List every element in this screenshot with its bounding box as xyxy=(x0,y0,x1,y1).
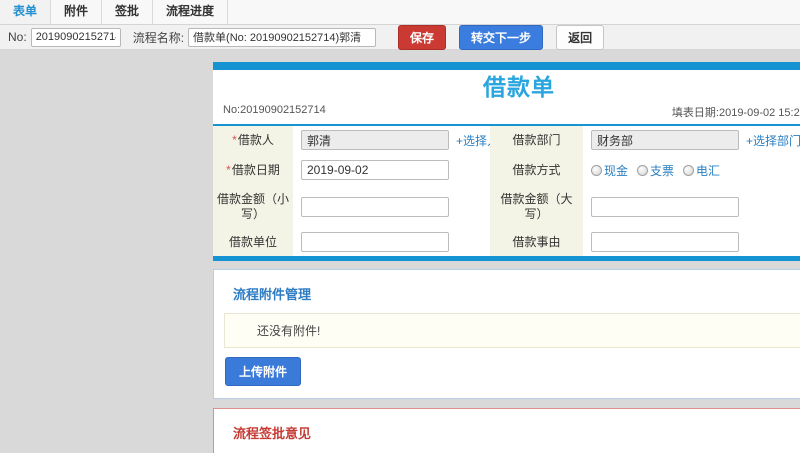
radio-icon[interactable] xyxy=(591,164,602,176)
loan-unit-field xyxy=(293,228,490,256)
amount-lower-label: 借款金额（小写） xyxy=(213,186,293,228)
main-area: 借款单 No:20190902152714 填表日期:2019-09-02 15… xyxy=(0,50,800,453)
no-label: No: xyxy=(8,30,27,44)
attachment-heading: 流程附件管理 xyxy=(233,287,312,302)
flow-name-label: 流程名称: xyxy=(132,30,185,45)
loan-date-label: *借款日期 xyxy=(213,154,293,186)
flow-name-input[interactable] xyxy=(188,27,377,47)
tab-attachments[interactable]: 附件 xyxy=(51,0,103,24)
no-input[interactable] xyxy=(30,27,121,47)
panel-top-bar xyxy=(213,62,800,70)
loan-unit-input[interactable] xyxy=(301,232,449,252)
required-mark: * xyxy=(232,132,237,147)
department-input[interactable] xyxy=(591,130,739,150)
fill-date: 填表日期:2019-09-02 15:27:1 xyxy=(671,107,800,119)
amount-lower-input[interactable] xyxy=(301,197,449,217)
department-label: 借款部门 xyxy=(490,126,583,154)
tab-bar: 表单 附件 签批 流程进度 xyxy=(0,0,800,25)
upload-attachment-button[interactable]: 上传附件 xyxy=(225,357,302,386)
radio-cash[interactable]: 现金 xyxy=(591,162,628,179)
required-mark: * xyxy=(226,162,231,177)
department-field: +选择部门 xyxy=(583,126,800,154)
borrower-label: *借款人 xyxy=(213,126,293,154)
borrower-field: +选择人员 xyxy=(293,126,511,154)
action-toolbar: No: 流程名称: 保存 转交下一步 返回 xyxy=(0,24,800,50)
forward-next-step-button[interactable]: 转交下一步 xyxy=(459,24,544,50)
radio-wire[interactable]: 电汇 xyxy=(683,162,720,179)
amount-upper-input[interactable] xyxy=(591,197,739,217)
select-department-link[interactable]: +选择部门 xyxy=(746,132,800,149)
radio-check[interactable]: 支票 xyxy=(637,162,674,179)
attachment-panel: 流程附件管理 还没有附件! 上传附件 xyxy=(213,269,800,399)
back-button[interactable]: 返回 xyxy=(556,24,605,50)
approval-panel: 流程签批意见 B I abc xyxy=(213,408,800,453)
save-button[interactable]: 保存 xyxy=(398,24,447,50)
radio-icon[interactable] xyxy=(683,164,695,176)
no-attachment-message: 还没有附件! xyxy=(224,313,800,348)
doc-meta-row: No:20190902152714 填表日期:2019-09-02 15:27:… xyxy=(213,102,800,124)
form-grid: *借款人 +选择人员 借款部门 +选择部门 *借款日期 xyxy=(213,126,800,256)
loan-reason-label: 借款事由 xyxy=(490,228,583,256)
loan-form-panel: 借款单 No:20190902152714 填表日期:2019-09-02 15… xyxy=(213,62,800,261)
loan-reason-input[interactable] xyxy=(591,232,739,252)
amount-upper-field xyxy=(583,186,800,228)
content-column: 借款单 No:20190902152714 填表日期:2019-09-02 15… xyxy=(213,62,800,453)
loan-method-radios: 现金 支票 电汇 xyxy=(591,162,720,179)
tab-form[interactable]: 表单 xyxy=(0,0,52,24)
amount-upper-label: 借款金额（大写） xyxy=(490,186,583,228)
loan-unit-label: 借款单位 xyxy=(213,228,293,256)
page-title: 借款单 xyxy=(483,74,555,100)
doc-number: No:20190902152714 xyxy=(223,104,326,116)
tab-approval[interactable]: 签批 xyxy=(102,0,154,24)
loan-reason-field xyxy=(583,228,800,256)
tab-progress[interactable]: 流程进度 xyxy=(153,0,229,24)
amount-lower-field xyxy=(293,186,490,228)
approval-heading: 流程签批意见 xyxy=(233,426,312,441)
radio-icon[interactable] xyxy=(637,164,649,176)
loan-date-input[interactable] xyxy=(301,160,449,180)
loan-method-field: 现金 支票 电汇 xyxy=(583,154,800,186)
panel-bottom-bar xyxy=(213,256,800,261)
loan-date-field xyxy=(293,154,490,186)
borrower-input[interactable] xyxy=(301,130,449,150)
loan-method-label: 借款方式 xyxy=(490,154,583,186)
